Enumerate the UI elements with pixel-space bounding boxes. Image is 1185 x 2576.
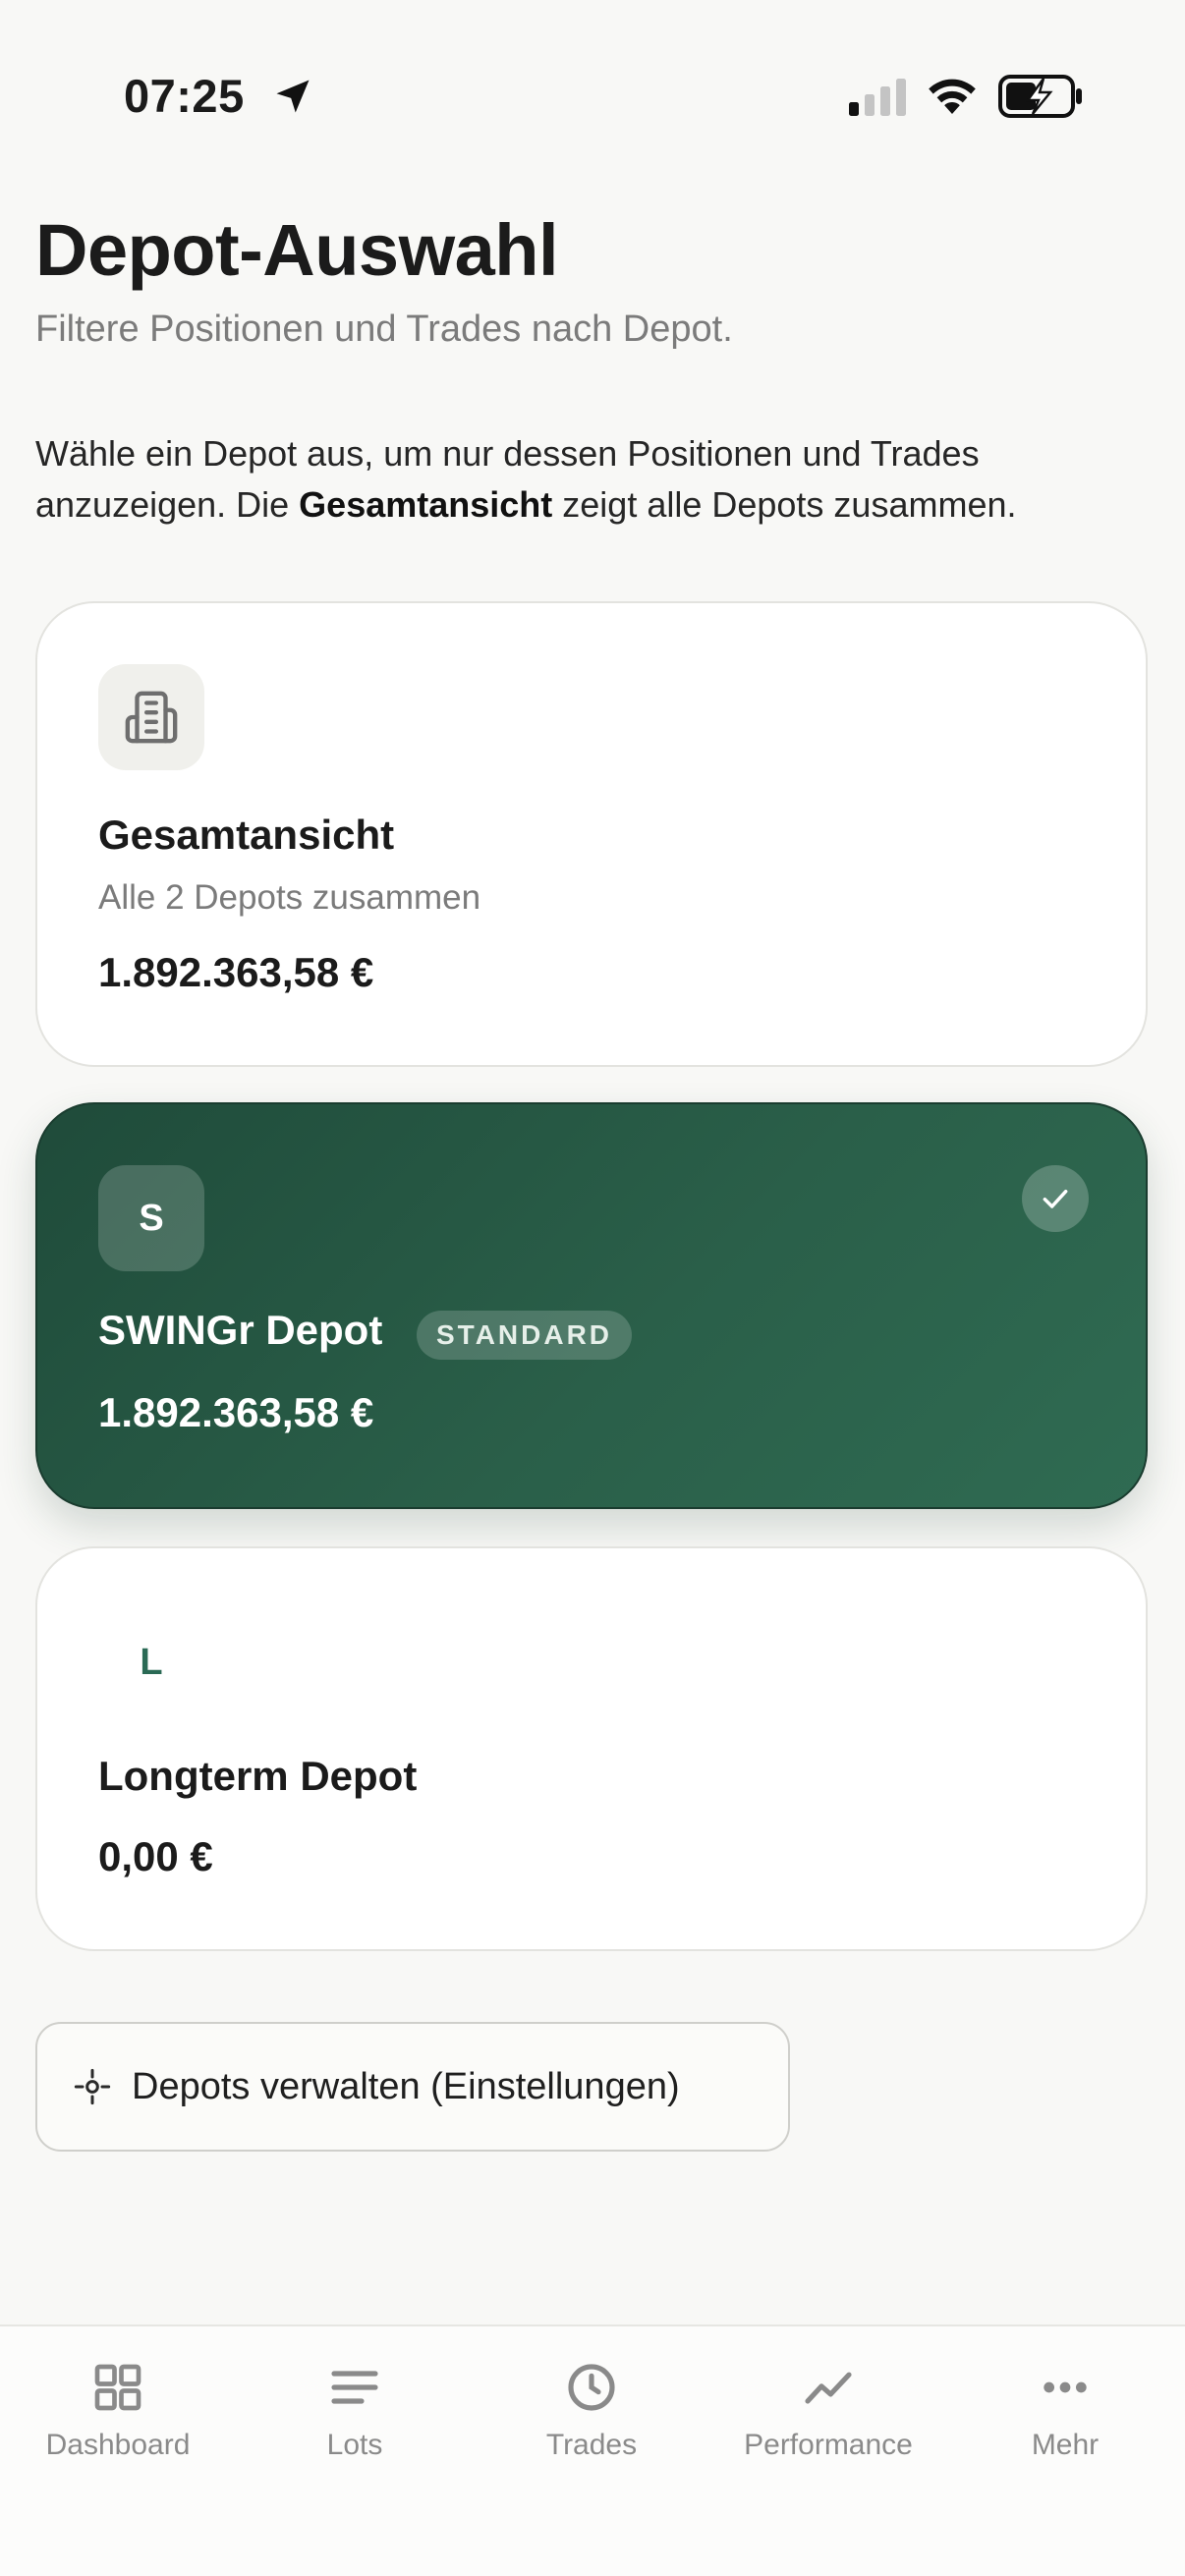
depot-value: 1.892.363,58 € <box>98 949 374 995</box>
depot-initial-avatar: S <box>98 1165 204 1271</box>
page-title: Depot-Auswahl <box>35 209 559 291</box>
depot-value: 1.892.363,58 € <box>98 1389 374 1435</box>
tab-more[interactable]: Mehr <box>947 2360 1183 2462</box>
depot-name: Longterm Depot <box>98 1753 418 1799</box>
clock-icon <box>568 2364 615 2411</box>
depot-initial-avatar: L <box>140 1641 163 1683</box>
tab-label: Lots <box>326 2429 383 2461</box>
tab-dashboard[interactable]: Dashboard <box>0 2360 236 2462</box>
building-icon <box>125 691 178 744</box>
depot-description: Alle 2 Depots zusammen <box>98 878 481 917</box>
tab-performance[interactable]: Performance <box>710 2360 946 2462</box>
depot-card-swingr[interactable]: S SWINGr Depot STANDARD 1.892.363,58 € <box>35 1102 1148 1509</box>
standard-badge: STANDARD <box>417 1311 633 1360</box>
depot-name: SWINGr Depot <box>98 1307 383 1353</box>
trend-icon <box>805 2372 852 2404</box>
intro-text-bold: Gesamtansicht <box>299 484 553 525</box>
wifi-icon <box>929 79 976 114</box>
manage-depots-label: Depots verwalten (Einstellungen) <box>132 2065 680 2107</box>
bottom-tab-bar: Dashboard Lots Trades Performance Mehr <box>0 2324 1185 2576</box>
status-time: 07:25 <box>124 70 245 122</box>
depot-card-longterm[interactable]: L Longterm Depot 0,00 € <box>35 1546 1148 1951</box>
intro-text: Wähle ein Depot aus, um nur dessen Posit… <box>35 428 1136 531</box>
depot-name: Gesamtansicht <box>98 812 395 858</box>
status-bar: 07:25 <box>0 0 1185 196</box>
battery-charging-icon <box>998 75 1082 118</box>
manage-depots-button[interactable]: Depots verwalten (Einstellungen) <box>35 2022 790 2152</box>
tab-label: Mehr <box>1031 2429 1100 2461</box>
settings-icon <box>74 2068 111 2105</box>
tab-lots[interactable]: Lots <box>237 2360 473 2462</box>
tab-label: Performance <box>744 2429 913 2461</box>
depot-selection-screen: 07:25 Depot-Auswahl Filtere Positionen u… <box>0 0 1185 2576</box>
checkmark-icon <box>1043 1189 1068 1208</box>
location-arrow-icon <box>276 80 310 113</box>
grid-icon <box>94 2364 141 2411</box>
cellular-signal-icon <box>849 79 906 116</box>
tab-trades[interactable]: Trades <box>474 2360 709 2462</box>
tab-label: Trades <box>545 2429 638 2461</box>
tab-label: Dashboard <box>45 2429 191 2461</box>
selected-check-badge <box>1022 1165 1089 1232</box>
depot-value: 0,00 € <box>98 1833 213 1879</box>
depot-card-total[interactable]: Gesamtansicht Alle 2 Depots zusammen 1.8… <box>35 601 1148 1067</box>
list-icon <box>331 2371 378 2404</box>
depot-icon-tile <box>98 664 204 770</box>
intro-text-part2: zeigt alle Depots zusammen. <box>552 484 1017 525</box>
more-icon <box>1044 2381 1087 2393</box>
page-subtitle: Filtere Positionen und Trades nach Depot… <box>35 308 733 350</box>
